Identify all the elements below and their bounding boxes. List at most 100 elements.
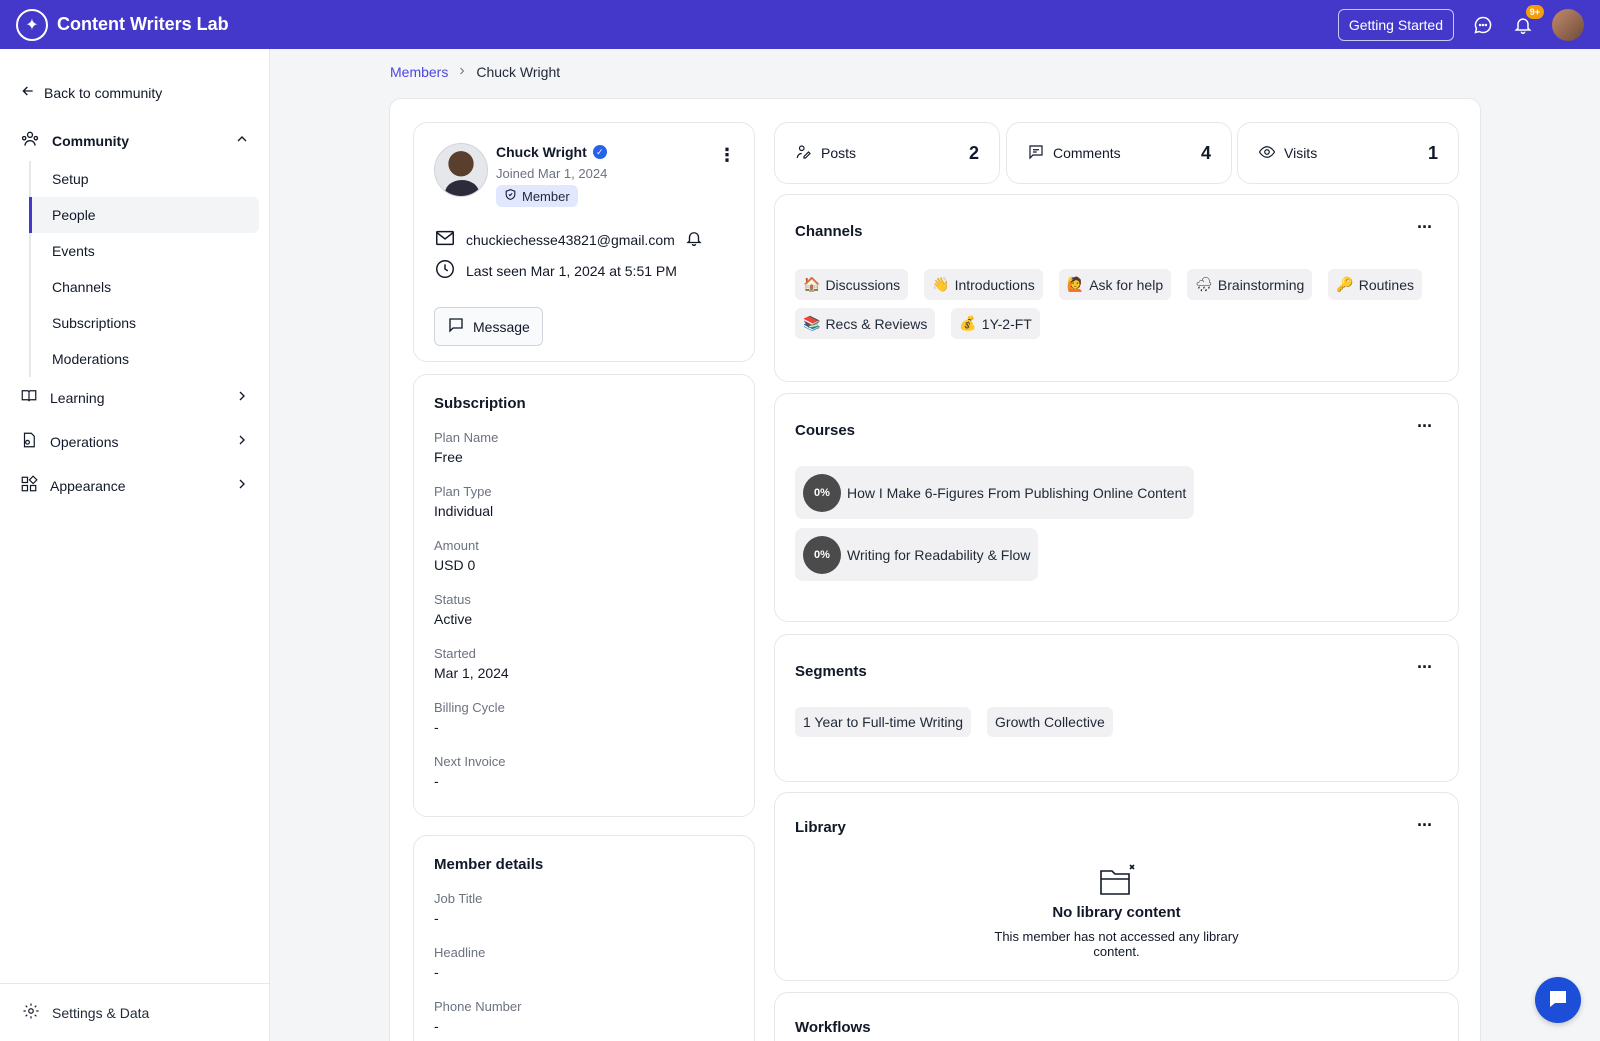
course-progress: 0% [803, 535, 841, 574]
chevron-right-icon[interactable] [234, 388, 250, 407]
sidebar-item-operations[interactable]: Operations [20, 431, 250, 452]
plan-type-value: Individual [434, 503, 494, 519]
channel-chip[interactable]: 🌧 Brainstorming [1187, 269, 1313, 300]
sidebar-item-events[interactable]: Events [31, 233, 259, 269]
library-title: Library [795, 819, 846, 836]
message-button[interactable]: Message [434, 307, 543, 346]
course-title: How I Make 6-Figures From Publishing Onl… [847, 484, 1187, 501]
sidebar-item-community[interactable]: Community [20, 129, 250, 152]
chip-label: Recs & Reviews [825, 315, 928, 332]
channel-chip[interactable]: 👋 Introductions [924, 269, 1043, 300]
sidebar-item-appearance[interactable]: Appearance [20, 475, 250, 496]
mail-icon [434, 227, 456, 252]
posts-stat[interactable]: Posts 2 [774, 122, 1000, 184]
channel-chip[interactable]: 🔑 Routines [1328, 269, 1422, 300]
comments-stat[interactable]: Comments 4 [1006, 122, 1232, 184]
key-icon: 🔑 [1336, 276, 1354, 292]
back-label: Back to community [44, 84, 163, 101]
more-options-icon[interactable]: ··· [1417, 657, 1433, 678]
appearance-icon [20, 475, 38, 496]
bell-icon[interactable] [685, 229, 703, 250]
raising-hand-icon: 🙋 [1066, 276, 1085, 292]
visits-stat[interactable]: Visits 1 [1237, 122, 1459, 184]
channel-chip[interactable]: 🙋 Ask for help [1058, 269, 1172, 300]
profile-photo [434, 143, 488, 197]
sidebar-item-learning[interactable]: Learning [20, 387, 250, 408]
segment-chips: 1 Year to Full-time Writing Growth Colle… [795, 707, 1113, 737]
workflows-title: Workflows [795, 1019, 871, 1036]
arrow-left-icon [20, 83, 36, 102]
email-text[interactable]: chuckiechesse43821@gmail.com [466, 232, 675, 248]
operations-label: Operations [50, 433, 119, 450]
empty-title: No library content [1052, 904, 1181, 921]
breadcrumb: Members Chuck Wright [390, 64, 560, 80]
comment-icon [1027, 143, 1045, 164]
sidebar-item-people[interactable]: People [29, 197, 259, 233]
posts-count: 2 [968, 142, 979, 163]
chevron-right-icon[interactable] [234, 476, 250, 495]
plan-type-label: Plan Type [434, 484, 492, 499]
bell-icon[interactable]: 9+ [1512, 4, 1544, 36]
community-label: Community [52, 132, 129, 149]
segments-card: Segments ··· 1 Year to Full-time Writing… [774, 634, 1459, 782]
comments-count: 4 [1200, 142, 1211, 163]
more-options-icon[interactable]: ⋮ [718, 145, 736, 166]
more-options-icon[interactable]: ··· [1417, 416, 1433, 437]
visits-label: Visits [1284, 145, 1318, 161]
operations-icon [20, 431, 38, 452]
getting-started-button[interactable]: Getting Started [1337, 8, 1454, 41]
learning-label: Learning [50, 389, 105, 406]
support-chat-button[interactable] [1535, 977, 1581, 1023]
gear-icon [22, 1002, 40, 1023]
member-profile-panel: Chuck Wright ✓ Joined Mar 1, 2024 Member… [389, 98, 1481, 1041]
back-to-community-link[interactable]: Back to community [20, 83, 162, 102]
role-label: Member [522, 188, 570, 204]
breadcrumb-members-link[interactable]: Members [390, 64, 448, 80]
role-badge: Member [496, 185, 578, 207]
books-icon: 📚 [803, 315, 821, 331]
brand[interactable]: ✦ Content Writers Lab [16, 8, 229, 41]
message-label: Message [473, 318, 530, 335]
course-progress: 0% [803, 473, 841, 512]
workflows-card: Workflows [774, 992, 1459, 1041]
headline-value: - [434, 964, 439, 980]
plan-name-label: Plan Name [434, 430, 499, 445]
status-label: Status [434, 592, 471, 607]
channel-chip[interactable]: 🏠 Discussions [795, 269, 909, 300]
segment-chip[interactable]: Growth Collective [987, 707, 1113, 737]
empty-text-2: content. [1093, 944, 1140, 959]
more-options-icon[interactable]: ··· [1417, 815, 1433, 836]
profile-joined: Joined Mar 1, 2024 [496, 166, 608, 181]
course-item[interactable]: 0% How I Make 6-Figures From Publishing … [795, 466, 1195, 519]
last-seen-text: Last seen Mar 1, 2024 at 5:51 PM [466, 262, 677, 279]
next-invoice-value: - [434, 773, 439, 789]
sidebar-item-setup[interactable]: Setup [31, 161, 259, 197]
course-item[interactable]: 0% Writing for Readability & Flow [795, 528, 1039, 581]
chat-icon[interactable] [1472, 14, 1494, 36]
sidebar-item-subscriptions[interactable]: Subscriptions [31, 305, 259, 341]
community-sub-menu: Setup People Events Channels Subscriptio… [29, 161, 259, 377]
sidebar-item-moderations[interactable]: Moderations [31, 341, 259, 377]
channel-chip[interactable]: 📚 Recs & Reviews [795, 308, 936, 339]
app-name: Content Writers Lab [57, 14, 229, 34]
chevron-up-icon[interactable] [234, 131, 250, 150]
verified-icon: ✓ [592, 145, 607, 159]
headline-label: Headline [434, 945, 486, 960]
started-label: Started [434, 646, 476, 661]
library-empty-state: No library content This member has not a… [775, 863, 1458, 959]
chip-label: Introductions [954, 276, 1035, 293]
shield-icon [504, 188, 517, 204]
visits-count: 1 [1427, 142, 1438, 163]
billing-cycle-value: - [434, 719, 439, 735]
sidebar: Back to community Community Setup People… [0, 49, 270, 1041]
appearance-label: Appearance [50, 477, 126, 494]
settings-data-link[interactable]: Settings & Data [0, 983, 269, 1041]
clock-icon [434, 258, 456, 283]
channel-chip[interactable]: 💰 1Y-2-FT [951, 308, 1040, 339]
sidebar-item-channels[interactable]: Channels [31, 269, 259, 305]
chevron-right-icon[interactable] [234, 432, 250, 451]
user-avatar[interactable] [1552, 8, 1584, 41]
subscription-title: Subscription [434, 395, 526, 412]
more-options-icon[interactable]: ··· [1417, 217, 1433, 238]
segment-chip[interactable]: 1 Year to Full-time Writing [795, 707, 972, 737]
